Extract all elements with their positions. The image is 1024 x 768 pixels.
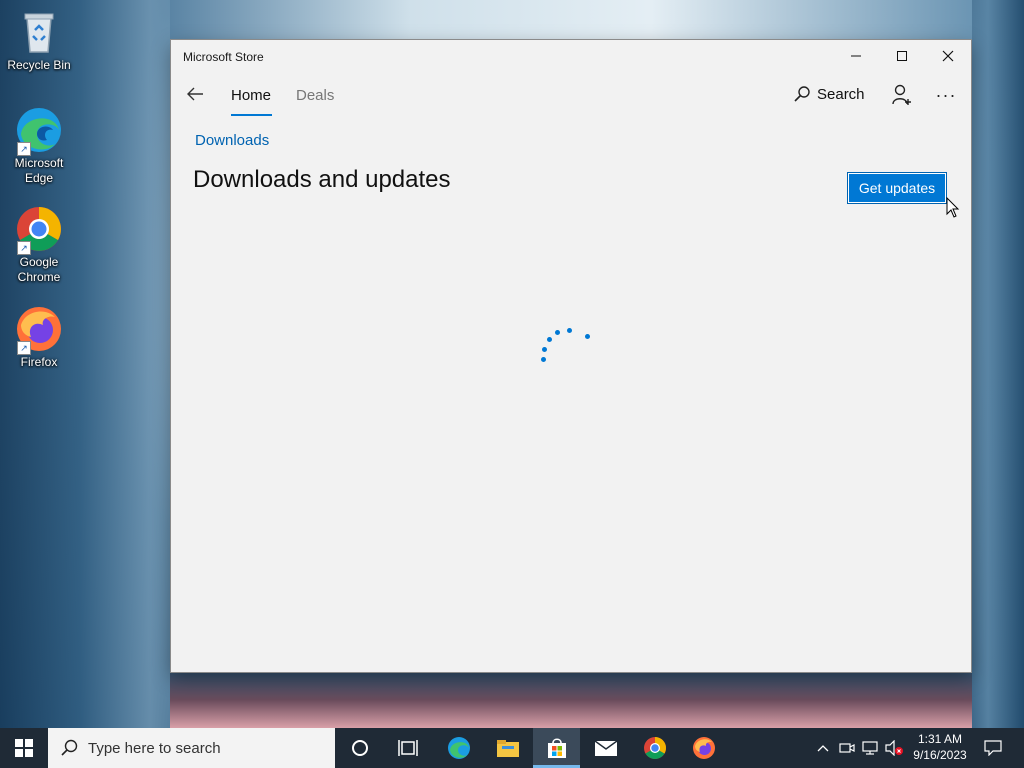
desktop-icon-firefox[interactable]: ↗ Firefox [6, 305, 72, 370]
maximize-button[interactable] [879, 40, 925, 72]
camera-icon [839, 743, 855, 753]
wallpaper-right [964, 0, 1024, 728]
shortcut-arrow-icon: ↗ [17, 241, 31, 255]
close-button[interactable] [925, 40, 971, 72]
search-label: Search [817, 85, 865, 103]
task-view-icon [398, 740, 418, 756]
get-updates-button[interactable]: Get updates [847, 172, 947, 204]
firefox-icon [692, 737, 715, 759]
spinner-dot [555, 330, 560, 335]
desktop-icon-edge[interactable]: ↗ Microsoft Edge [6, 106, 72, 186]
chevron-up-icon [817, 745, 829, 752]
desktop-icon-label: Microsoft Edge [14, 156, 64, 185]
spinner-dot [585, 334, 590, 339]
desktop-icon-chrome[interactable]: ↗ Google Chrome [6, 205, 72, 285]
back-button[interactable] [181, 80, 209, 108]
shortcut-arrow-icon: ↗ [17, 142, 31, 156]
clock-time: 1:31 AM [917, 732, 963, 746]
account-button[interactable] [887, 80, 917, 110]
notification-icon [984, 740, 1002, 756]
desktop-icon-label: Google Chrome [17, 255, 61, 284]
tab-deals[interactable]: Deals [296, 87, 334, 104]
page-title: Downloads and updates [193, 166, 451, 193]
taskbar-search-input[interactable] [86, 738, 310, 758]
minimize-button[interactable] [833, 40, 879, 72]
file-explorer-icon [496, 740, 519, 757]
more-options-button[interactable]: ··· [931, 80, 961, 110]
clock-date: 9/16/2023 [913, 748, 967, 762]
action-center-button[interactable] [978, 728, 1008, 768]
window-title: Microsoft Store [183, 50, 264, 64]
edge-icon [447, 737, 470, 759]
desktop-icon-label: Firefox [20, 355, 58, 369]
start-button[interactable] [0, 728, 48, 768]
add-user-icon [892, 84, 911, 105]
spinner-dot [547, 337, 552, 342]
taskbar: 1:31 AM 9/16/2023 [0, 728, 1024, 768]
loading-spinner [541, 322, 593, 368]
chrome-icon: ↗ [15, 205, 63, 255]
spinner-dot [567, 328, 572, 333]
edge-icon: ↗ [15, 106, 63, 156]
wallpaper-bottom [170, 672, 972, 728]
mail-icon [594, 740, 617, 756]
volume-muted-icon [885, 740, 903, 756]
network-icon [862, 741, 878, 755]
tab-home[interactable]: Home [231, 87, 271, 104]
desktop-icon-recycle-bin[interactable]: Recycle Bin [6, 8, 72, 73]
windows-logo-icon [15, 739, 33, 757]
tray-meet-now[interactable] [837, 728, 857, 768]
chrome-icon [643, 737, 666, 759]
active-tab-indicator [231, 114, 272, 116]
taskbar-store[interactable] [533, 728, 580, 768]
taskbar-clock[interactable]: 1:31 AM 9/16/2023 [905, 731, 975, 763]
tray-overflow-button[interactable] [812, 728, 834, 768]
search-icon [794, 86, 810, 102]
back-arrow-icon [187, 87, 203, 101]
spinner-dot [541, 357, 546, 362]
tray-volume[interactable] [883, 728, 905, 768]
taskbar-edge[interactable] [435, 728, 482, 768]
mouse-cursor-icon [946, 197, 960, 218]
minimize-icon [851, 55, 861, 57]
desktop-icon-label: Recycle Bin [7, 58, 71, 72]
cortana-icon [352, 740, 368, 756]
wallpaper-top [170, 0, 972, 40]
search-icon [61, 739, 78, 756]
store-icon [547, 738, 566, 758]
breadcrumb-downloads[interactable]: Downloads [195, 132, 269, 149]
taskbar-search-box[interactable] [48, 728, 335, 768]
cortana-button[interactable] [336, 728, 384, 768]
maximize-icon [897, 51, 907, 61]
task-view-button[interactable] [384, 728, 432, 768]
recycle-bin-icon [15, 8, 63, 56]
spinner-dot [542, 347, 547, 352]
title-bar[interactable]: Microsoft Store [171, 40, 971, 74]
firefox-icon: ↗ [15, 305, 63, 355]
search-button[interactable]: Search [793, 85, 865, 103]
taskbar-mail[interactable] [582, 728, 629, 768]
taskbar-firefox[interactable] [680, 728, 727, 768]
store-window: Microsoft Store Home Deals Search ··· Do… [171, 40, 971, 672]
nav-bar: Home Deals Search ··· [171, 74, 971, 120]
taskbar-chrome[interactable] [631, 728, 678, 768]
close-icon [942, 50, 954, 62]
tray-network[interactable] [860, 728, 880, 768]
shortcut-arrow-icon: ↗ [17, 341, 31, 355]
taskbar-file-explorer[interactable] [484, 728, 531, 768]
